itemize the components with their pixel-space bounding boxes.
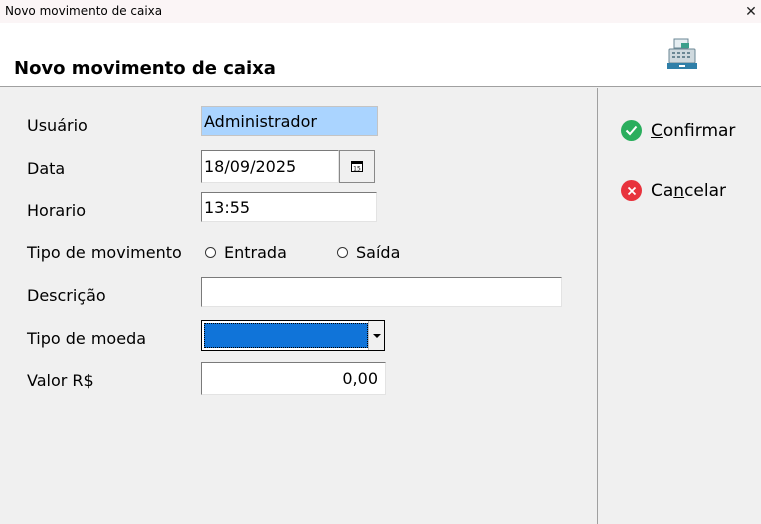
valor-value: 0,00 xyxy=(342,369,378,388)
page-title: Novo movimento de caixa xyxy=(14,58,276,79)
usuario-label: Usuário xyxy=(27,116,88,135)
chevron-down-icon[interactable] xyxy=(368,321,384,350)
title-bar: Novo movimento de caixa ✕ xyxy=(0,0,761,23)
radio-saida-label: Saída xyxy=(356,243,401,262)
svg-text:15: 15 xyxy=(353,166,361,173)
horario-field[interactable]: 13:55 xyxy=(201,192,377,222)
usuario-field[interactable]: Administrador xyxy=(201,106,378,136)
data-label: Data xyxy=(27,159,66,178)
cancel-label: Cancelar xyxy=(651,180,727,201)
radio-saida-circle[interactable] xyxy=(337,247,348,258)
radio-saida[interactable]: Saída xyxy=(337,243,400,262)
radio-entrada-label: Entrada xyxy=(224,243,287,262)
vertical-divider xyxy=(597,88,598,524)
confirm-label: Confirmar xyxy=(651,120,736,141)
x-circle-icon xyxy=(621,180,642,201)
tipo-moeda-label: Tipo de moeda xyxy=(27,329,147,348)
cancel-button[interactable]: Cancelar xyxy=(621,180,726,201)
usuario-value: Administrador xyxy=(204,111,317,131)
close-icon[interactable]: ✕ xyxy=(741,0,761,23)
descricao-field[interactable] xyxy=(201,277,562,307)
cash-register-icon xyxy=(667,38,697,69)
tipo-moeda-selected xyxy=(204,323,368,348)
descricao-label: Descrição xyxy=(27,286,106,305)
horario-label: Horario xyxy=(27,201,87,220)
data-field[interactable]: 18/09/2025 xyxy=(201,150,339,183)
radio-entrada-circle[interactable] xyxy=(205,247,216,258)
window-title: Novo movimento de caixa xyxy=(5,4,163,18)
valor-field[interactable]: 0,00 xyxy=(201,362,386,395)
check-circle-icon xyxy=(621,120,642,141)
tipo-moeda-select[interactable] xyxy=(201,320,385,351)
radio-entrada[interactable]: Entrada xyxy=(205,243,287,262)
calendar-icon: 15 xyxy=(351,161,363,172)
confirm-button[interactable]: Confirmar xyxy=(621,120,735,141)
horario-value: 13:55 xyxy=(204,197,251,217)
data-value: 18/09/2025 xyxy=(204,157,297,176)
tipo-movimento-label: Tipo de movimento xyxy=(27,243,182,262)
valor-label: Valor R$ xyxy=(27,371,94,390)
header: Novo movimento de caixa xyxy=(0,23,761,87)
calendar-button[interactable]: 15 xyxy=(339,150,375,183)
